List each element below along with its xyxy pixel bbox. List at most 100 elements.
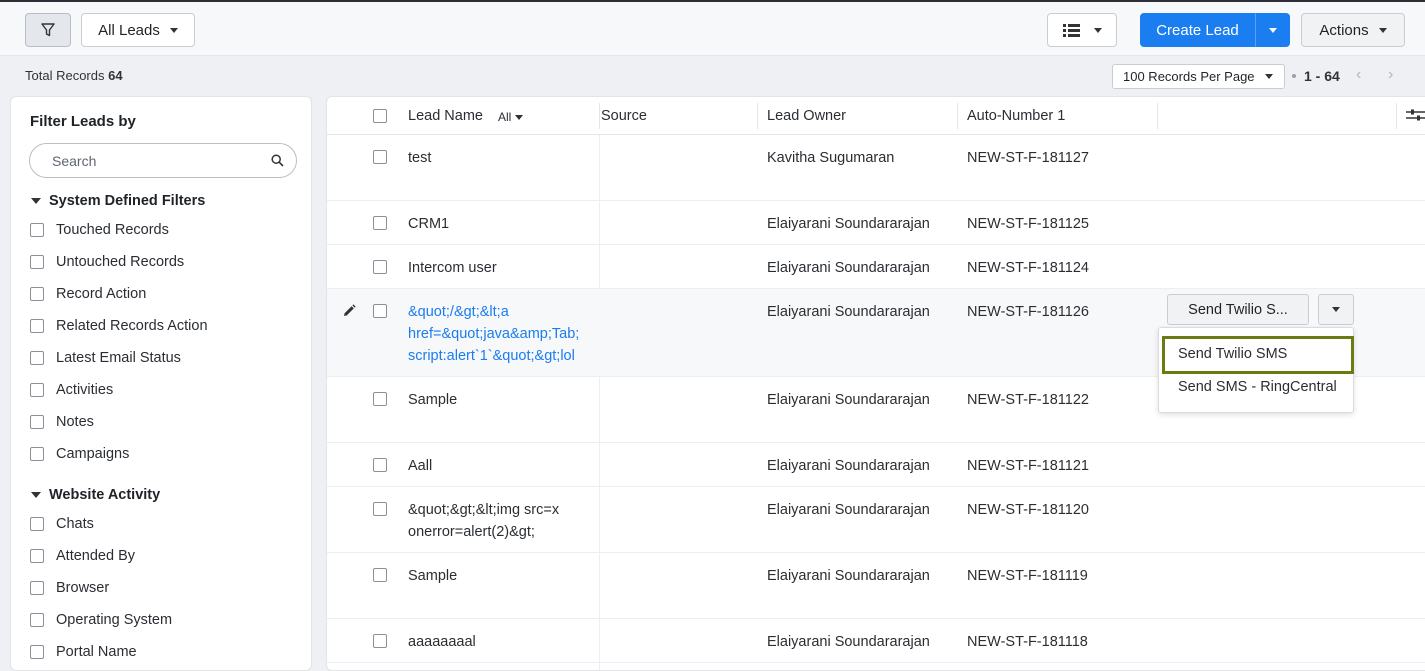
filter-untouched-records[interactable]: Untouched Records	[30, 254, 184, 270]
actions-dropdown[interactable]: Actions	[1301, 13, 1405, 47]
filter-operating-system[interactable]: Operating System	[30, 612, 172, 628]
section-system-defined-filters[interactable]: System Defined Filters	[31, 193, 205, 209]
lead-owner-cell: Elaiyarani Soundararajan	[767, 634, 930, 650]
row-checkbox[interactable]	[373, 502, 387, 516]
filter-toggle-button[interactable]	[25, 13, 71, 47]
actions-label: Actions	[1319, 21, 1369, 39]
chevron-down-icon	[169, 27, 178, 33]
lead-name-cell[interactable]: &quot;&gt;&lt;img src=x onerror=alert(2)…	[408, 499, 559, 543]
checkbox[interactable]	[30, 287, 44, 301]
chevron-down-icon	[1093, 27, 1102, 33]
row-action-dropdown-button[interactable]	[1318, 294, 1354, 325]
auto-number-cell: NEW-ST-F-181119	[967, 568, 1088, 584]
edit-pencil-icon[interactable]	[342, 304, 356, 318]
auto-number-cell: NEW-ST-F-181124	[967, 260, 1089, 276]
filter-portal-name[interactable]: Portal Name	[30, 644, 137, 660]
filter-sidebar: Filter Leads by Search System Defined Fi…	[10, 96, 312, 671]
checkbox[interactable]	[30, 517, 44, 531]
column-divider	[757, 103, 758, 129]
filter-notes[interactable]: Notes	[30, 414, 94, 430]
table-row[interactable]: test Kavitha Sugumaran NEW-ST-F-181127	[327, 135, 1425, 201]
filter-chats[interactable]: Chats	[30, 516, 94, 532]
filter-activities[interactable]: Activities	[30, 382, 113, 398]
select-all-checkbox[interactable]	[373, 109, 387, 123]
checkbox[interactable]	[30, 223, 44, 237]
auto-number-cell: NEW-ST-F-181120	[967, 502, 1089, 518]
checkbox[interactable]	[30, 383, 44, 397]
lead-name-cell[interactable]: Aall	[408, 455, 432, 477]
search-icon	[271, 154, 284, 167]
filter-campaigns[interactable]: Campaigns	[30, 446, 129, 462]
lead-name-cell[interactable]: Sample	[408, 565, 457, 587]
checkbox[interactable]	[30, 447, 44, 461]
row-checkbox[interactable]	[373, 458, 387, 472]
row-checkbox[interactable]	[373, 392, 387, 406]
column-lead-name[interactable]: Lead Name	[408, 108, 483, 124]
next-page-icon[interactable]: ›	[1388, 66, 1393, 84]
list-view-icon	[1062, 23, 1080, 37]
lead-owner-cell: Elaiyarani Soundararajan	[767, 502, 930, 518]
lead-owner-cell: Elaiyarani Soundararajan	[767, 304, 930, 320]
lead-name-cell[interactable]: test	[408, 147, 431, 169]
checkbox[interactable]	[30, 549, 44, 563]
lead-owner-cell: Elaiyarani Soundararajan	[767, 392, 930, 408]
table-row[interactable]: Aall Elaiyarani Soundararajan NEW-ST-F-1…	[327, 443, 1425, 487]
table-row[interactable]: Sample Elaiyarani Soundararajan NEW-ST-F…	[327, 553, 1425, 619]
checkbox[interactable]	[30, 613, 44, 627]
lead-name-cell[interactable]: aaaaaaaal	[408, 631, 476, 653]
filter-attended-by[interactable]: Attended By	[30, 548, 135, 564]
send-twilio-sms-button[interactable]: Send Twilio S...	[1167, 294, 1309, 325]
records-per-page-select[interactable]: 100 Records Per Page	[1112, 64, 1285, 89]
filter-browser[interactable]: Browser	[30, 580, 109, 596]
auto-number-cell: NEW-ST-F-181118	[967, 634, 1088, 650]
checkbox[interactable]	[30, 255, 44, 269]
auto-number-cell: NEW-ST-F-181126	[967, 304, 1089, 320]
column-settings-icon[interactable]	[1406, 108, 1425, 122]
table-row[interactable]: &quot;&gt;&lt;img src=x onerror=alert(2)…	[327, 487, 1425, 553]
row-checkbox[interactable]	[373, 216, 387, 230]
checkbox[interactable]	[30, 415, 44, 429]
lead-name-cell[interactable]: Intercom user	[408, 257, 497, 279]
row-checkbox[interactable]	[373, 260, 387, 274]
row-checkbox[interactable]	[373, 150, 387, 164]
filter-touched-records[interactable]: Touched Records	[30, 222, 169, 238]
lead-name-link[interactable]: &quot;/&gt;&lt;a href=&quot;java&amp;Tab…	[408, 301, 579, 367]
table-header: Lead Name All Source Lead Owner Auto-Num…	[327, 97, 1425, 135]
checkbox[interactable]	[30, 645, 44, 659]
list-view-dropdown[interactable]	[1047, 13, 1117, 47]
column-lead-owner[interactable]: Lead Owner	[767, 108, 846, 124]
filter-latest-email-status[interactable]: Latest Email Status	[30, 350, 181, 366]
lead-name-filter-dropdown[interactable]: All	[498, 110, 524, 124]
toolbar: All Leads Create Lead Actions	[0, 2, 1425, 56]
auto-number-cell: NEW-ST-F-181121	[967, 458, 1089, 474]
table-row[interactable]: Intercom user Elaiyarani Soundararajan N…	[327, 245, 1425, 289]
row-checkbox[interactable]	[373, 568, 387, 582]
lead-name-cell[interactable]: CRM1	[408, 213, 449, 235]
column-source[interactable]: Source	[601, 108, 647, 124]
filter-related-records-action[interactable]: Related Records Action	[30, 318, 208, 334]
menu-item-send-sms-ringcentral[interactable]: Send SMS - RingCentral	[1178, 379, 1337, 395]
sidebar-search-input[interactable]: Search	[29, 143, 297, 178]
row-checkbox[interactable]	[373, 304, 387, 318]
view-selector-label: All Leads	[98, 21, 160, 39]
column-auto-number[interactable]: Auto-Number 1	[967, 108, 1065, 124]
lead-owner-cell: Elaiyarani Soundararajan	[767, 260, 930, 276]
lead-owner-cell: Kavitha Sugumaran	[767, 150, 895, 166]
row-checkbox[interactable]	[373, 634, 387, 648]
filter-record-action[interactable]: Record Action	[30, 286, 146, 302]
create-lead-options-button[interactable]	[1255, 13, 1290, 47]
table-row[interactable]: CRM1 Elaiyarani Soundararajan NEW-ST-F-1…	[327, 201, 1425, 245]
checkbox[interactable]	[30, 581, 44, 595]
menu-item-send-twilio-sms[interactable]: Send Twilio SMS	[1178, 346, 1287, 362]
checkbox[interactable]	[30, 319, 44, 333]
table-row[interactable]: aaaaaaaal Elaiyarani Soundararajan NEW-S…	[327, 619, 1425, 663]
lead-name-cell[interactable]: Sample	[408, 389, 457, 411]
create-lead-button[interactable]: Create Lead	[1140, 13, 1255, 47]
auto-number-cell: NEW-ST-F-181125	[967, 216, 1089, 232]
column-divider	[1396, 103, 1397, 129]
column-divider	[1157, 103, 1158, 129]
view-selector-dropdown[interactable]: All Leads	[81, 13, 195, 47]
previous-page-icon[interactable]: ‹	[1356, 66, 1361, 84]
checkbox[interactable]	[30, 351, 44, 365]
section-website-activity[interactable]: Website Activity	[31, 487, 160, 503]
